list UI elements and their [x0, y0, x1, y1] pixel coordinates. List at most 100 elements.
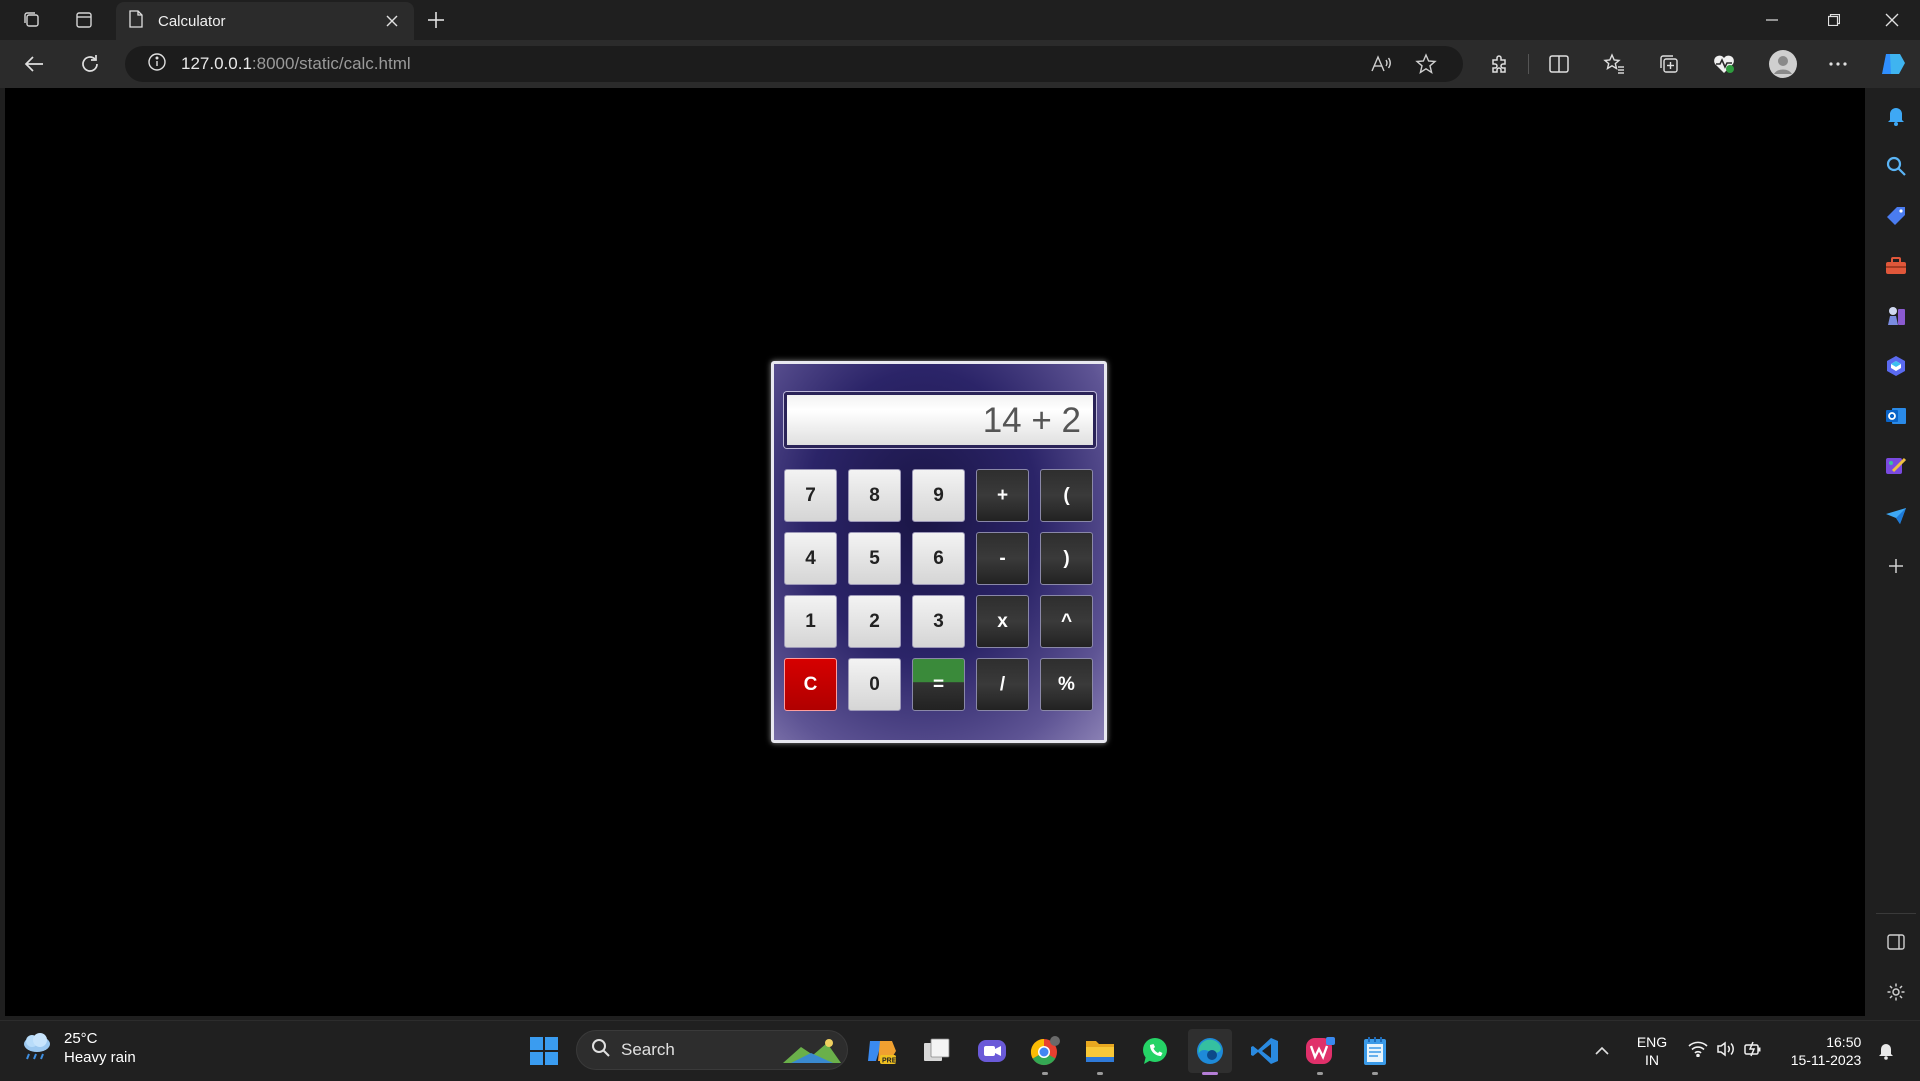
edge-sidebar	[1872, 88, 1920, 1016]
notification-bell-icon[interactable]	[1874, 1021, 1898, 1081]
key-five-button[interactable]: 5	[848, 532, 901, 585]
microsoft365-icon[interactable]	[1880, 350, 1912, 382]
search-icon	[591, 1038, 611, 1063]
key-power-button[interactable]: ^	[1040, 595, 1093, 648]
close-window-icon[interactable]	[1864, 0, 1920, 40]
weather-widget[interactable]: 25°C Heavy rain	[20, 1029, 136, 1067]
more-options-icon[interactable]	[1818, 44, 1858, 84]
taskbar-app-notepad[interactable]	[1353, 1029, 1397, 1075]
key-eight-button[interactable]: 8	[848, 469, 901, 522]
key-two-button[interactable]: 2	[848, 595, 901, 648]
profile-avatar[interactable]	[1763, 44, 1803, 84]
shopping-tag-icon[interactable]	[1880, 200, 1912, 232]
outlook-icon[interactable]	[1880, 400, 1912, 432]
key-minus-button[interactable]: -	[976, 532, 1029, 585]
taskbar-app-wps[interactable]	[1298, 1029, 1342, 1075]
tab-calculator[interactable]: Calculator	[116, 2, 414, 40]
taskbar-search[interactable]: Search	[576, 1030, 848, 1070]
search-label: Search	[621, 1040, 675, 1059]
page-viewport: 14 + 2 7 8 9 +(4 5 6-) 1 2 3 x ^ C 0 = /%	[5, 88, 1865, 1016]
designer-icon[interactable]	[1880, 450, 1912, 482]
clock[interactable]: 16:50 15-11-2023	[1782, 1021, 1870, 1081]
language-code: ENG	[1636, 1034, 1668, 1050]
tab-title: Calculator	[158, 12, 226, 30]
key-percent-button[interactable]: %	[1040, 658, 1093, 711]
search-highlight-image	[781, 1035, 843, 1072]
weather-temperature: 25°C	[64, 1030, 98, 1047]
taskbar-app-task-view[interactable]	[915, 1029, 959, 1073]
minimize-icon[interactable]	[1744, 0, 1800, 40]
active-indicator	[1202, 1072, 1218, 1075]
taskbar-app-teams[interactable]	[970, 1029, 1014, 1073]
running-indicator	[1372, 1072, 1378, 1075]
restore-icon[interactable]	[1806, 0, 1862, 40]
key-seven-button[interactable]: 7	[784, 469, 837, 522]
extensions-icon[interactable]	[1479, 44, 1519, 84]
taskbar-app-whatsapp[interactable]	[1133, 1029, 1177, 1073]
browser-title-bar: Calculator	[0, 0, 1920, 40]
running-indicator	[1097, 1072, 1103, 1075]
browser-toolbar: 127.0.0.1:8000/static/calc.html	[0, 40, 1920, 88]
hide-sidebar-icon[interactable]	[1880, 926, 1912, 958]
key-three-button[interactable]: 3	[912, 595, 965, 648]
battery-charging-icon	[1744, 1041, 1764, 1061]
send-icon[interactable]	[1880, 500, 1912, 532]
page-file-icon	[128, 9, 144, 33]
key-four-button[interactable]: 4	[784, 532, 837, 585]
browser-essentials-icon[interactable]	[1704, 44, 1744, 84]
clock-date: 15-11-2023	[1790, 1052, 1862, 1068]
url-text[interactable]: 127.0.0.1:8000/static/calc.html	[181, 54, 411, 74]
key-clear-button[interactable]: C	[784, 658, 837, 711]
key-nine-button[interactable]: 9	[912, 469, 965, 522]
refresh-icon[interactable]	[70, 44, 110, 84]
taskbar-app-file-explorer[interactable]	[1078, 1029, 1122, 1075]
sidebar-settings-icon[interactable]	[1880, 976, 1912, 1008]
close-tab-icon[interactable]	[382, 11, 402, 31]
key-six-button[interactable]: 6	[912, 532, 965, 585]
key-divide-button[interactable]: /	[976, 658, 1029, 711]
taskbar-app-chrome[interactable]	[1023, 1029, 1067, 1075]
add-sidebar-app-icon[interactable]	[1880, 550, 1912, 582]
key-close-paren-button[interactable]: )	[1040, 532, 1093, 585]
copilot-icon[interactable]	[1873, 44, 1913, 84]
vertical-tabs-icon[interactable]	[60, 0, 108, 40]
key-plus-button[interactable]: +	[976, 469, 1029, 522]
windows-taskbar: 25°C Heavy rain Search PRE ENG IN 16:50 …	[0, 1020, 1920, 1080]
show-hidden-icons[interactable]	[1590, 1021, 1614, 1081]
collections-icon[interactable]	[1649, 44, 1689, 84]
split-screen-icon[interactable]	[1539, 44, 1579, 84]
taskbar-app-copilot-pre[interactable]: PRE	[860, 1029, 904, 1073]
start-button[interactable]	[522, 1029, 566, 1073]
search-icon[interactable]	[1880, 150, 1912, 182]
clock-time: 16:50	[1826, 1034, 1862, 1050]
toolbar-divider	[1528, 54, 1529, 74]
running-indicator	[1042, 1072, 1048, 1075]
bell-icon[interactable]	[1880, 100, 1912, 132]
games-icon[interactable]	[1880, 300, 1912, 332]
svg-text:PRE: PRE	[882, 1058, 897, 1065]
address-bar[interactable]: 127.0.0.1:8000/static/calc.html	[125, 46, 1463, 82]
taskbar-app-edge[interactable]	[1188, 1029, 1232, 1075]
favorite-star-icon[interactable]	[1415, 53, 1437, 80]
site-info-icon[interactable]	[147, 52, 167, 77]
new-tab-icon[interactable]	[412, 0, 460, 40]
back-icon[interactable]	[14, 44, 54, 84]
key-open-paren-button[interactable]: (	[1040, 469, 1093, 522]
rain-cloud-icon	[20, 1031, 54, 1066]
input-language[interactable]: ENG IN	[1628, 1021, 1676, 1081]
favorites-icon[interactable]	[1594, 44, 1634, 84]
taskbar-app-vscode[interactable]	[1243, 1029, 1287, 1073]
region-code: IN	[1645, 1052, 1659, 1068]
key-zero-button[interactable]: 0	[848, 658, 901, 711]
quick-settings[interactable]	[1684, 1021, 1768, 1081]
workspaces-icon[interactable]	[8, 0, 56, 40]
sidebar-divider	[1876, 913, 1916, 914]
key-equals-button[interactable]: =	[912, 658, 965, 711]
tools-icon[interactable]	[1880, 250, 1912, 282]
key-one-button[interactable]: 1	[784, 595, 837, 648]
wifi-icon	[1688, 1041, 1708, 1061]
calculator: 14 + 2 7 8 9 +(4 5 6-) 1 2 3 x ^ C 0 = /%	[771, 361, 1107, 743]
read-aloud-icon[interactable]	[1370, 54, 1392, 79]
key-multiply-button[interactable]: x	[976, 595, 1029, 648]
calculator-display: 14 + 2	[784, 392, 1096, 448]
